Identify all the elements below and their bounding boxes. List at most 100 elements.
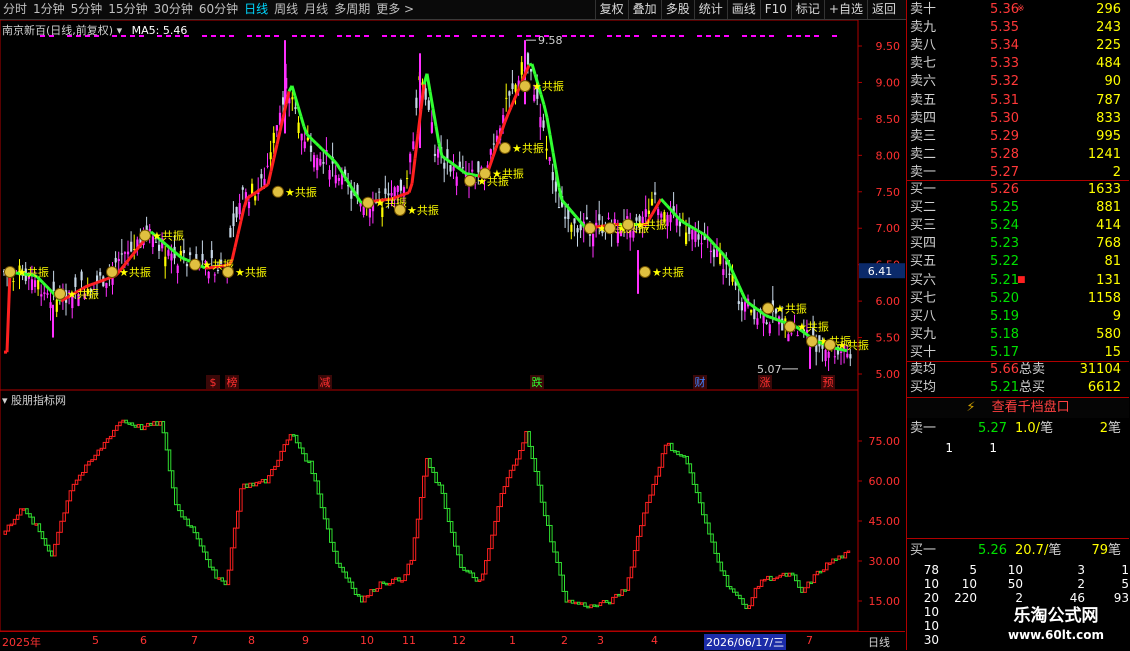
- period-tab[interactable]: 分时: [0, 0, 30, 19]
- quote-row-buy[interactable]: 买六5.21■131: [907, 271, 1129, 290]
- toolbar-action-button[interactable]: 复权: [595, 0, 628, 19]
- quote-price: 5.18: [957, 325, 1019, 344]
- toolbar-action-button[interactable]: 返回: [867, 0, 900, 19]
- quote-row-sell[interactable]: 卖九5.35243: [907, 18, 1129, 37]
- quote-price: 5.30: [957, 109, 1019, 128]
- indicator-bar: [512, 465, 515, 470]
- collapse-icon[interactable]: ▾: [2, 394, 8, 407]
- indicator-bar: [317, 481, 320, 494]
- candle-body: [573, 218, 575, 223]
- period-tab[interactable]: 多周期: [331, 0, 373, 19]
- candle-body: [651, 199, 653, 206]
- period-tab[interactable]: 更多 >: [373, 0, 417, 19]
- stock-title[interactable]: 南京新百(日线,前复权): [2, 24, 113, 37]
- quote-row-buy[interactable]: 买十5.1715: [907, 343, 1129, 362]
- chart-area[interactable]: 9.509.008.508.007.507.006.506.005.505.00…: [0, 20, 905, 650]
- candle-body: [378, 192, 380, 193]
- signal-dash: [814, 35, 819, 37]
- queue-order-size: 2: [1051, 577, 1085, 591]
- toolbar-action-button[interactable]: 标记: [791, 0, 824, 19]
- toolbar-action-button[interactable]: 画线: [727, 0, 760, 19]
- quote-row-sell[interactable]: 卖四5.30833: [907, 109, 1129, 128]
- signal-label: ★共振: [407, 203, 439, 217]
- indicator-bar: [674, 451, 677, 453]
- quote-row-sell[interactable]: 卖六5.3290: [907, 72, 1129, 91]
- quote-row-buy[interactable]: 买三5.24414: [907, 216, 1129, 235]
- total-volume: 6612: [1088, 379, 1121, 397]
- ma-line-segment: [775, 319, 778, 320]
- toolbar-action-button[interactable]: 叠加: [628, 0, 661, 19]
- quote-row-sell[interactable]: 卖三5.29995: [907, 127, 1129, 146]
- candle-body: [118, 259, 120, 261]
- event-marker[interactable]: 涨: [760, 376, 771, 389]
- indicator-bar: [85, 465, 88, 472]
- candle-body: [298, 123, 300, 133]
- event-marker[interactable]: 财: [695, 375, 706, 389]
- indicator-bar: [711, 534, 714, 542]
- candle-body: [691, 230, 693, 239]
- period-tab[interactable]: 60分钟: [196, 0, 241, 19]
- quote-row-buy[interactable]: 买四5.23768: [907, 234, 1129, 253]
- period-label: 日线: [868, 634, 890, 650]
- event-marker[interactable]: 榜: [227, 375, 238, 389]
- order-book-button[interactable]: ⚡查看千档盘口: [907, 398, 1129, 418]
- quote-row-buy[interactable]: 买二5.25881: [907, 198, 1129, 217]
- signal-dash: [751, 35, 756, 37]
- queue-order-size: 10: [905, 605, 939, 619]
- quote-row-sell[interactable]: 卖七5.33484: [907, 54, 1129, 73]
- quote-level-label: 买八: [910, 307, 936, 326]
- candle-body: [335, 175, 337, 183]
- toolbar-action-button[interactable]: 统计: [694, 0, 727, 19]
- indicator-bar: [339, 563, 342, 567]
- signal-label: ★共振: [152, 229, 184, 243]
- quote-level-label: 卖九: [910, 18, 936, 37]
- ma-line-segment: [94, 283, 97, 284]
- indicator-bar: [23, 509, 26, 511]
- period-tab[interactable]: 15分钟: [105, 0, 150, 19]
- period-tab[interactable]: 日线: [241, 0, 271, 19]
- event-marker[interactable]: $: [210, 376, 217, 389]
- indicator-bar: [429, 458, 432, 467]
- period-tab[interactable]: 月线: [301, 0, 331, 19]
- quote-row-sell[interactable]: 卖五5.31787: [907, 91, 1129, 110]
- event-marker[interactable]: 跌: [532, 375, 543, 389]
- event-marker[interactable]: 预: [823, 376, 834, 389]
- order-queue-row[interactable]: 买一5.2620.7/笔79笔: [907, 542, 1129, 560]
- quote-row-sell[interactable]: 卖八5.34225: [907, 36, 1129, 55]
- period-tab[interactable]: 1分钟: [30, 0, 68, 19]
- toolbar-action-button[interactable]: 多股: [661, 0, 694, 19]
- ma-line-segment: [667, 206, 670, 209]
- indicator-bar: [438, 483, 441, 486]
- period-tab[interactable]: 30分钟: [151, 0, 196, 19]
- event-marker[interactable]: 减: [320, 376, 331, 389]
- quote-row-buy[interactable]: 买九5.18580: [907, 325, 1129, 344]
- indicator-bar: [795, 575, 798, 581]
- ma-line-segment: [103, 279, 106, 280]
- candle-body: [744, 302, 746, 311]
- ma-line-segment: [406, 193, 409, 194]
- indicator-bar: [38, 524, 41, 532]
- quote-row-sell[interactable]: 卖二5.281241: [907, 145, 1129, 164]
- quote-row-buy[interactable]: 买五5.2281: [907, 252, 1129, 271]
- kline-chart[interactable]: 9.509.008.508.007.507.006.506.005.505.00…: [0, 20, 905, 631]
- candle-body: [462, 167, 464, 168]
- quote-row-sell[interactable]: 卖十5.36※296: [907, 0, 1129, 19]
- candle-body: [527, 53, 529, 64]
- period-tab[interactable]: 周线: [271, 0, 301, 19]
- quote-row-buy[interactable]: 买七5.201158: [907, 289, 1129, 308]
- quote-row-buy[interactable]: 买八5.199: [907, 307, 1129, 326]
- signal-dash: [796, 35, 801, 37]
- period-tab[interactable]: 5分钟: [68, 0, 106, 19]
- signal-dash: [481, 35, 486, 37]
- quote-row-buy[interactable]: 买一5.261633: [907, 180, 1129, 199]
- indicator-title[interactable]: 股朋指标网: [11, 394, 66, 407]
- toolbar-action-button[interactable]: +自选: [824, 0, 867, 19]
- signal-coin-icon: [640, 266, 651, 277]
- dropdown-icon[interactable]: ▾: [117, 24, 123, 37]
- indicator-bar: [97, 450, 100, 455]
- toolbar-action-button[interactable]: F10: [760, 0, 791, 19]
- indicator-bar: [568, 600, 571, 602]
- order-queue-row[interactable]: 卖一5.271.0/笔2笔: [907, 420, 1129, 438]
- ma-line-segment: [700, 232, 703, 234]
- indicator-bar: [531, 446, 534, 458]
